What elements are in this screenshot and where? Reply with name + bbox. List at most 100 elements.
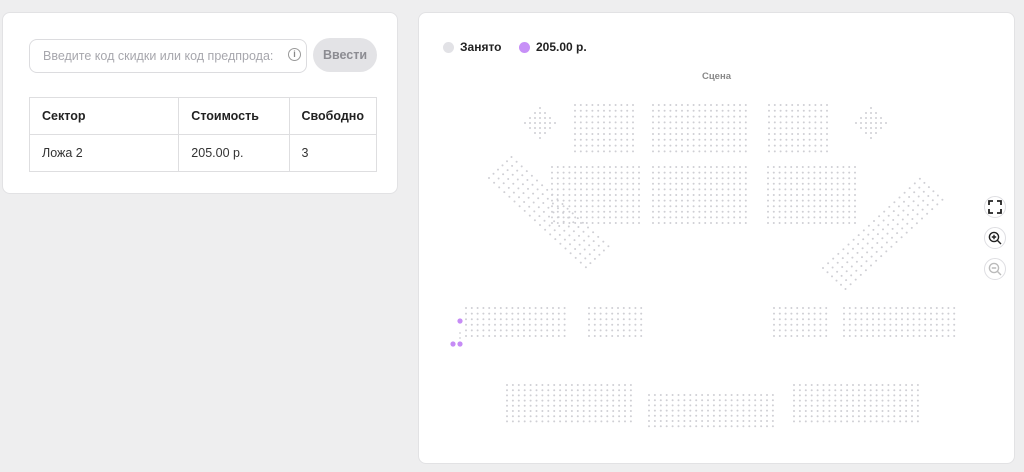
- seat-occupied: [773, 121, 776, 124]
- seat-occupied: [574, 150, 576, 153]
- apply-promo-button[interactable]: Ввести: [313, 38, 377, 72]
- seat-occupied: [547, 399, 550, 402]
- seat-occupied: [532, 201, 535, 204]
- seat-occupied: [579, 121, 582, 124]
- seat-available[interactable]: [457, 318, 463, 324]
- promo-code-input[interactable]: [29, 39, 307, 73]
- seat-occupied: [872, 307, 874, 309]
- seat-occupied: [523, 312, 525, 315]
- seat-occupied: [582, 415, 585, 418]
- seat-occupied: [511, 312, 514, 315]
- seat-occupied: [582, 384, 585, 386]
- seat-occupied: [698, 121, 701, 124]
- seat-occupied: [784, 182, 787, 185]
- seat-occupied: [852, 384, 854, 386]
- seat-map[interactable]: [419, 13, 1016, 465]
- seat-occupied: [887, 420, 890, 423]
- seat-occupied: [582, 389, 585, 392]
- seat-occupied: [551, 216, 553, 219]
- seat-occupied: [675, 109, 678, 112]
- seat-occupied: [718, 425, 721, 428]
- seat-occupied: [622, 329, 625, 332]
- seat-occupied: [808, 104, 811, 106]
- seat-occupied: [846, 389, 849, 392]
- seat-occupied: [883, 312, 886, 315]
- seat-occupied: [901, 335, 903, 337]
- seat-occupied: [712, 414, 715, 417]
- seat-occupied: [727, 210, 730, 213]
- seat-occupied: [669, 171, 672, 174]
- seat-occupied: [549, 117, 551, 119]
- table-row[interactable]: Ложа 2 205.00 р. 3: [28, 134, 377, 172]
- seat-occupied: [760, 414, 763, 417]
- seat-occupied: [675, 216, 678, 219]
- seat-occupied: [552, 312, 554, 315]
- seat-occupied: [771, 414, 774, 417]
- seat-occupied: [671, 414, 674, 417]
- seat-occupied: [591, 127, 594, 130]
- seat-occupied: [686, 115, 689, 118]
- seat-available[interactable]: [450, 341, 456, 347]
- seat-occupied: [768, 133, 770, 135]
- seat-occupied: [841, 266, 844, 268]
- seat-occupied: [528, 335, 531, 337]
- seat-occupied: [784, 166, 787, 168]
- seat-occupied: [603, 210, 606, 213]
- seat-occupied: [819, 329, 822, 332]
- seat-occupied: [698, 133, 701, 135]
- seat-occupied: [772, 199, 775, 202]
- seat-occupied: [744, 199, 747, 202]
- seat-occupied: [588, 384, 591, 386]
- seat-occupied: [557, 318, 560, 321]
- seat-occupied: [875, 132, 877, 134]
- seat-occupied: [671, 420, 674, 422]
- seat-occupied: [683, 394, 686, 396]
- info-icon[interactable]: i: [288, 48, 301, 61]
- seat-occupied: [609, 188, 611, 191]
- seat-occupied: [618, 394, 621, 397]
- seat-available[interactable]: [457, 341, 463, 347]
- seat-occupied: [606, 410, 609, 412]
- seat-occupied: [663, 216, 666, 219]
- seat-occupied: [721, 127, 724, 130]
- seat-occupied: [612, 420, 615, 423]
- seat-occupied: [801, 194, 804, 196]
- seat-occupied: [837, 252, 840, 255]
- seat-occupied: [574, 256, 577, 259]
- zoom-in-button[interactable]: [984, 227, 1006, 249]
- seat-occupied: [599, 335, 602, 337]
- seat-occupied: [614, 194, 617, 196]
- seat-occupied: [704, 138, 707, 141]
- seat-occupied: [733, 127, 736, 130]
- seat-occupied: [778, 166, 781, 168]
- seat-occupied: [854, 199, 856, 202]
- seat-occupied: [638, 166, 640, 168]
- seat-occupied: [681, 188, 683, 191]
- seat-occupied: [779, 127, 782, 130]
- seat-occupied: [570, 384, 573, 386]
- seat-occupied: [771, 394, 774, 396]
- seat-occupied: [889, 318, 892, 321]
- fullscreen-button[interactable]: [984, 196, 1006, 218]
- seat-occupied: [597, 150, 600, 153]
- seat-occupied: [659, 409, 662, 412]
- seat-occupied: [813, 199, 816, 202]
- seat-occupied: [622, 335, 625, 337]
- available-count-cell: 3: [288, 134, 377, 172]
- seat-occupied: [652, 182, 654, 185]
- seat-occupied: [612, 415, 615, 418]
- seat-occupied: [669, 199, 672, 202]
- seat-occupied: [773, 329, 775, 332]
- seat-occupied: [663, 109, 666, 112]
- seat-occupied: [614, 109, 617, 112]
- seat-occupied: [597, 104, 600, 106]
- seat-occupied: [836, 182, 839, 185]
- zoom-out-button[interactable]: [984, 258, 1006, 280]
- seat-occupied: [857, 389, 860, 392]
- seat-occupied: [698, 216, 701, 219]
- seat-occupied: [896, 232, 899, 235]
- seat-occupied: [618, 404, 621, 407]
- seat-occupied: [689, 399, 692, 402]
- seat-occupied: [582, 399, 585, 402]
- seat-occupied: [652, 222, 654, 224]
